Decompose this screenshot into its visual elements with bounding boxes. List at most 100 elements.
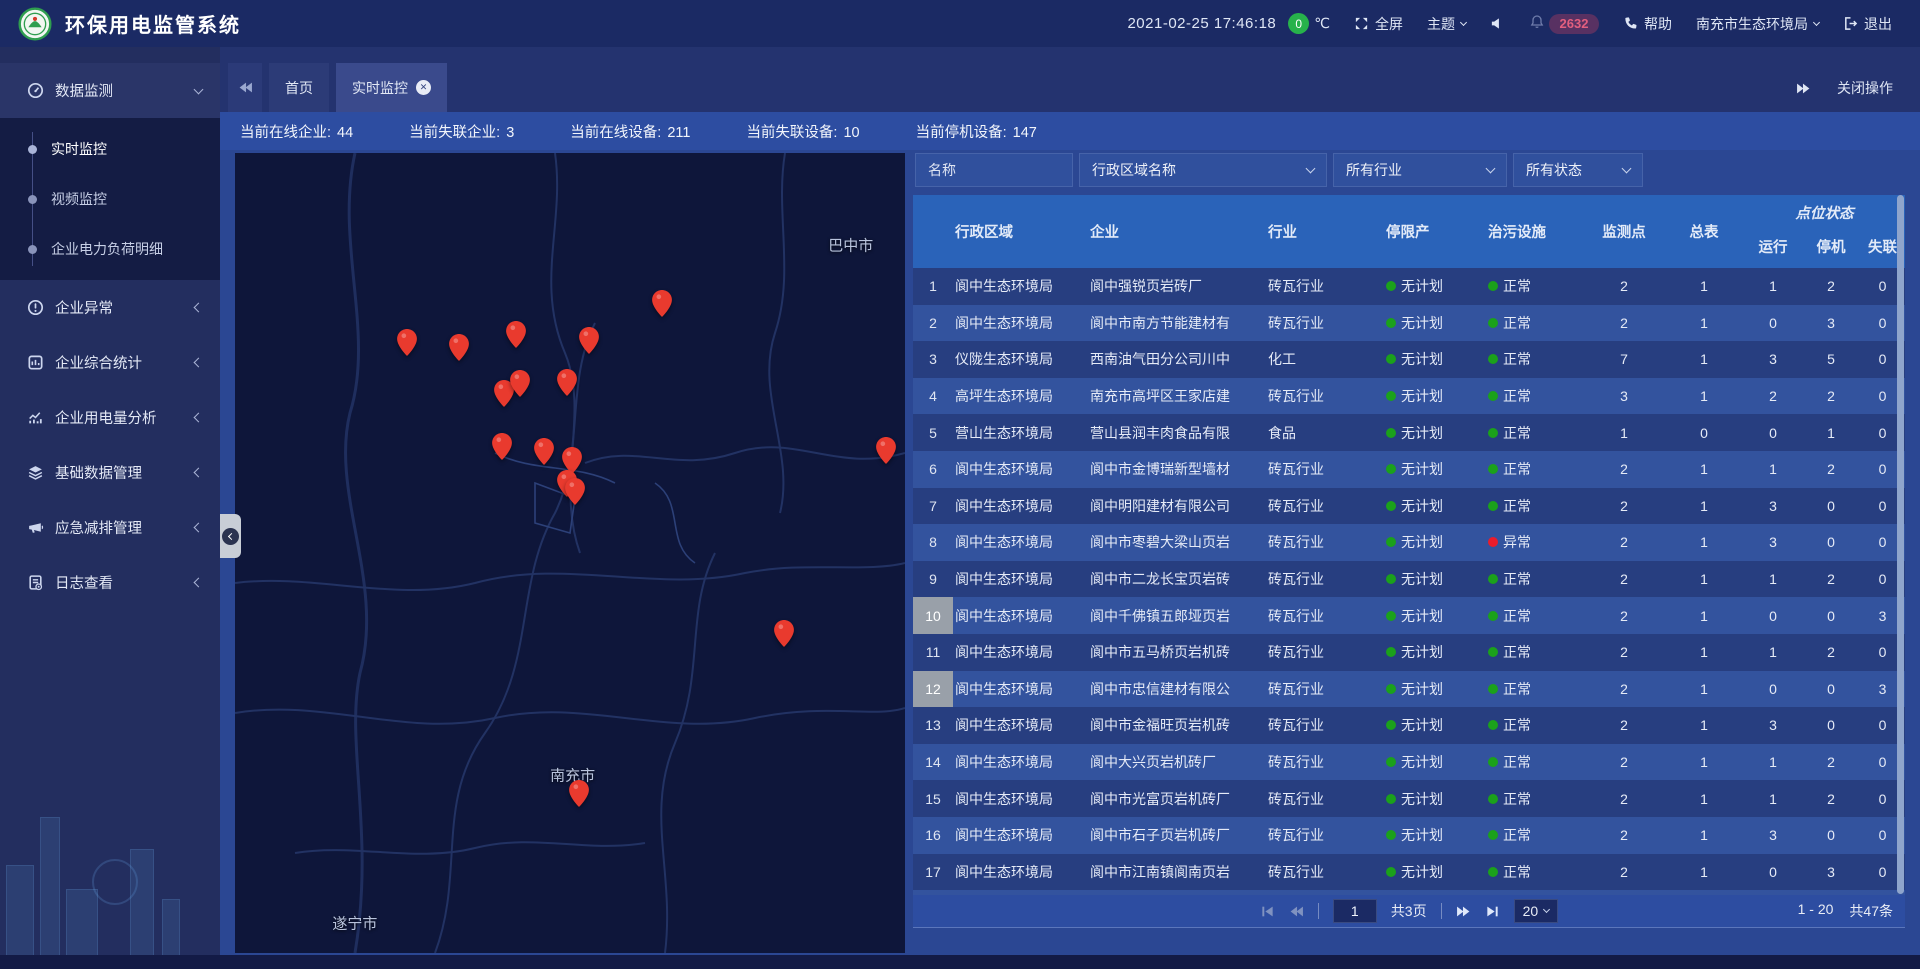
column-points: 监测点 bbox=[1584, 195, 1664, 268]
fullscreen-button[interactable]: 全屏 bbox=[1354, 14, 1403, 34]
map-pin-icon[interactable] bbox=[569, 780, 589, 807]
next-page-button[interactable] bbox=[1456, 904, 1471, 919]
map-pin-icon[interactable] bbox=[876, 437, 896, 464]
tab-close-icon[interactable]: ✕ bbox=[416, 80, 431, 95]
sidebar-item-2[interactable]: 企业综合统计 bbox=[0, 335, 220, 390]
tabs-scroll-left-button[interactable] bbox=[228, 63, 262, 112]
cell-points: 2 bbox=[1584, 707, 1664, 744]
map-pin-icon[interactable] bbox=[565, 478, 585, 505]
next-page-icon bbox=[1456, 904, 1471, 919]
cell-limit: 无计划 bbox=[1384, 561, 1486, 598]
name-filter-input[interactable] bbox=[915, 153, 1073, 187]
cell-run: 3 bbox=[1744, 524, 1802, 561]
region-filter-select[interactable]: 行政区域名称 bbox=[1079, 153, 1327, 187]
main-area: 首页 实时监控 ✕ 关闭操作 当前在线企业:44当前失联企业:3当前在线设备:2… bbox=[220, 47, 1920, 969]
status-dot-green bbox=[1386, 757, 1396, 767]
map-pin-icon[interactable] bbox=[652, 290, 672, 317]
sidebar-subitem-2[interactable]: 企业电力负荷明细 bbox=[0, 224, 220, 274]
page-size-select[interactable]: 20 bbox=[1514, 899, 1559, 923]
table-row[interactable]: 8阆中生态环境局阆中市枣碧大梁山页岩砖瓦行业无计划异常21300 bbox=[913, 524, 1905, 561]
table-row[interactable]: 10阆中生态环境局阆中千佛镇五郎垭页岩砖瓦行业无计划正常21003 bbox=[913, 597, 1905, 634]
table-row[interactable]: 7阆中生态环境局阆中明阳建材有限公司砖瓦行业无计划正常21300 bbox=[913, 488, 1905, 525]
tab-home[interactable]: 首页 bbox=[269, 63, 329, 112]
tabs-scroll-right-button[interactable] bbox=[1796, 81, 1811, 96]
table-row[interactable]: 15阆中生态环境局阆中市光富页岩机砖厂砖瓦行业无计划正常21120 bbox=[913, 780, 1905, 817]
cell-region: 阆中生态环境局 bbox=[953, 854, 1088, 891]
notifications[interactable]: 2632 bbox=[1529, 14, 1599, 34]
table-row[interactable]: 12阆中生态环境局阆中市忠信建材有限公砖瓦行业无计划正常21003 bbox=[913, 671, 1905, 708]
cell-meters: 1 bbox=[1664, 671, 1744, 708]
mute-speaker-button[interactable] bbox=[1490, 16, 1505, 31]
map-pin-icon[interactable] bbox=[557, 369, 577, 396]
table-row[interactable]: 9阆中生态环境局阆中市二龙长宝页岩砖砖瓦行业无计划正常21120 bbox=[913, 561, 1905, 598]
theme-button[interactable]: 主题 bbox=[1427, 14, 1466, 34]
map-pin-icon[interactable] bbox=[510, 370, 530, 397]
sidebar-subitem-0[interactable]: 实时监控 bbox=[0, 124, 220, 174]
cell-company: 阆中市五马桥页岩机砖 bbox=[1088, 634, 1266, 671]
table-row[interactable]: 11阆中生态环境局阆中市五马桥页岩机砖砖瓦行业无计划正常21120 bbox=[913, 634, 1905, 671]
sidebar-item-1[interactable]: 企业异常 bbox=[0, 280, 220, 335]
last-page-button[interactable] bbox=[1485, 904, 1500, 919]
cell-index: 7 bbox=[913, 488, 953, 525]
map-pin-icon[interactable] bbox=[492, 433, 512, 460]
table-row[interactable]: 6阆中生态环境局阆中市金博瑞新型墙材砖瓦行业无计划正常21120 bbox=[913, 451, 1905, 488]
help-button[interactable]: 帮助 bbox=[1623, 14, 1672, 34]
sidebar-subitem-1[interactable]: 视频监控 bbox=[0, 174, 220, 224]
prev-page-button[interactable] bbox=[1289, 904, 1304, 919]
table-row[interactable]: 5营山生态环境局营山县润丰肉食品有限食品无计划正常10010 bbox=[913, 414, 1905, 451]
table-row[interactable]: 1阆中生态环境局阆中强锐页岩砖厂砖瓦行业无计划正常21120 bbox=[913, 268, 1905, 305]
org-dropdown[interactable]: 南充市生态环境局 bbox=[1696, 14, 1819, 34]
map-pin-icon[interactable] bbox=[774, 620, 794, 647]
table-row[interactable]: 4高坪生态环境局南充市高坪区王家店建砖瓦行业无计划正常31220 bbox=[913, 378, 1905, 415]
industry-filter-select[interactable]: 所有行业 bbox=[1333, 153, 1507, 187]
map-pin-icon[interactable] bbox=[506, 321, 526, 348]
total-pages-label: 共3页 bbox=[1391, 901, 1427, 921]
first-page-button[interactable] bbox=[1260, 904, 1275, 919]
table-row[interactable]: 3仪陇生态环境局西南油气田分公司川中化工无计划正常71350 bbox=[913, 341, 1905, 378]
cell-run: 3 bbox=[1744, 341, 1802, 378]
cell-company: 阆中大兴页岩机砖厂 bbox=[1088, 744, 1266, 781]
collapse-arrow-icon bbox=[222, 528, 239, 545]
cell-company: 阆中市二龙长宝页岩砖 bbox=[1088, 561, 1266, 598]
cell-limit: 无计划 bbox=[1384, 414, 1486, 451]
table-row[interactable]: 13阆中生态环境局阆中市金福旺页岩机砖砖瓦行业无计划正常21300 bbox=[913, 707, 1905, 744]
map-pin-icon[interactable] bbox=[397, 329, 417, 356]
cell-run: 0 bbox=[1744, 671, 1802, 708]
table-scrollbar[interactable] bbox=[1897, 195, 1904, 894]
map-pin-icon[interactable] bbox=[579, 327, 599, 354]
speaker-icon bbox=[1490, 16, 1505, 31]
status-filter-select[interactable]: 所有状态 bbox=[1513, 153, 1643, 187]
sidebar-collapse-handle[interactable] bbox=[220, 514, 241, 558]
cell-points: 1 bbox=[1584, 414, 1664, 451]
cell-points: 2 bbox=[1584, 671, 1664, 708]
table-row[interactable]: 14阆中生态环境局阆中大兴页岩机砖厂砖瓦行业无计划正常21120 bbox=[913, 744, 1905, 781]
sidebar-item-6[interactable]: 日志查看 bbox=[0, 555, 220, 610]
header-right: 2021-02-25 17:46:18 0 ℃ 全屏 主题 2632 bbox=[1127, 13, 1920, 34]
cell-facility: 正常 bbox=[1486, 597, 1584, 634]
cell-company: 营山县润丰肉食品有限 bbox=[1088, 414, 1266, 451]
map-pin-icon[interactable] bbox=[449, 334, 469, 361]
cell-industry: 砖瓦行业 bbox=[1266, 524, 1384, 561]
table-row[interactable]: 16阆中生态环境局阆中市石子页岩机砖厂砖瓦行业无计划正常21300 bbox=[913, 817, 1905, 854]
logout-button[interactable]: 退出 bbox=[1843, 14, 1892, 34]
sidebar-item-0[interactable]: 数据监测 bbox=[0, 63, 220, 118]
cell-run: 1 bbox=[1744, 744, 1802, 781]
close-operations-button[interactable]: 关闭操作 bbox=[1837, 78, 1893, 98]
sidebar-item-5[interactable]: 应急减排管理 bbox=[0, 500, 220, 555]
table-row[interactable]: 17阆中生态环境局阆中市江南镇阆南页岩砖瓦行业无计划正常21030 bbox=[913, 854, 1905, 891]
cell-limit: 无计划 bbox=[1384, 634, 1486, 671]
cell-region: 仪陇生态环境局 bbox=[953, 341, 1088, 378]
cell-halt: 2 bbox=[1802, 634, 1860, 671]
cell-points: 2 bbox=[1584, 780, 1664, 817]
cell-region: 阆中生态环境局 bbox=[953, 634, 1088, 671]
sidebar-item-4[interactable]: 基础数据管理 bbox=[0, 445, 220, 500]
tab-realtime-monitoring[interactable]: 实时监控 ✕ bbox=[336, 63, 447, 112]
table-row[interactable]: 2阆中生态环境局阆中市南方节能建材有砖瓦行业无计划正常21030 bbox=[913, 305, 1905, 342]
map-pin-icon[interactable] bbox=[534, 438, 554, 465]
sidebar-item-3[interactable]: 企业用电量分析 bbox=[0, 390, 220, 445]
status-dot-green bbox=[1488, 391, 1498, 401]
map-panel[interactable]: 巴中市南充市遂宁市 bbox=[235, 153, 905, 953]
column-limit: 停限产 bbox=[1384, 195, 1486, 268]
first-page-icon bbox=[1260, 904, 1275, 919]
page-number-input[interactable] bbox=[1333, 899, 1377, 923]
